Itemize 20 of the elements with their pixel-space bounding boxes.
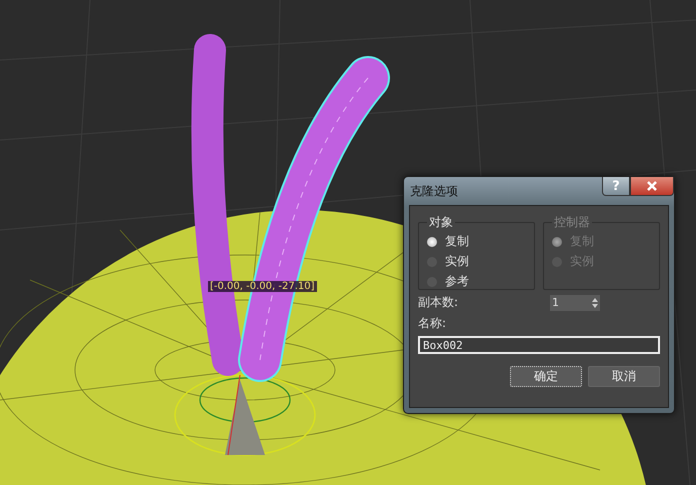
copies-value: 1 (552, 296, 559, 309)
copies-spinner[interactable]: 1 (550, 294, 600, 310)
close-icon (647, 181, 657, 191)
group-label: 控制器 (553, 214, 591, 231)
copies-label: 副本数: (418, 294, 458, 311)
dialog-button[interactable]: 确定 (510, 366, 582, 387)
radio-label: 参考 (445, 273, 469, 290)
coordinate-readout: [-0.00, -0.00, -27.10] (208, 281, 317, 292)
dialog-title: 克隆选项 (410, 183, 459, 200)
dialog-button[interactable]: 取消 (588, 366, 660, 387)
spinner-arrows-icon (592, 298, 598, 308)
group-label: 对象 (428, 214, 454, 231)
radio-option[interactable]: 参考 (427, 273, 526, 290)
radio-label: 实例 (445, 253, 469, 270)
close-button[interactable] (630, 177, 674, 196)
radio-label: 复制 (445, 233, 469, 250)
radio-option[interactable]: 实例 (427, 253, 526, 270)
name-field[interactable]: Box002 (418, 336, 660, 354)
name-label: 名称: (418, 315, 448, 332)
radio-option[interactable]: 复制 (427, 233, 526, 250)
